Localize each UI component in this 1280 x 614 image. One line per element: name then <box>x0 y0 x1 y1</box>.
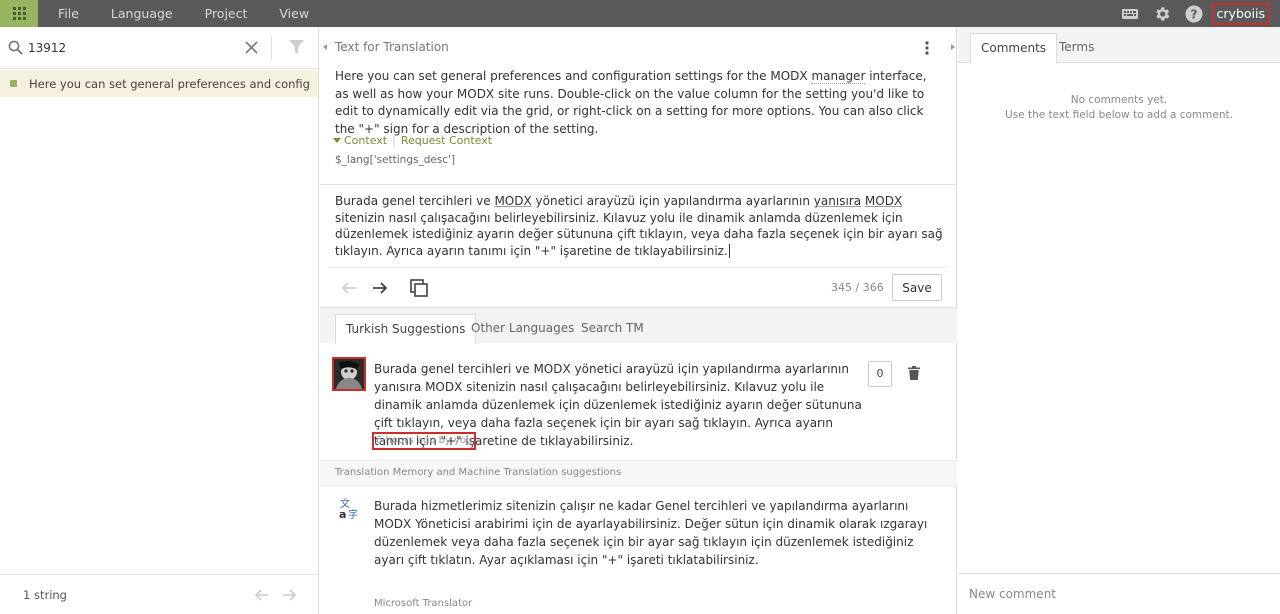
search-icon <box>8 40 23 55</box>
suggestion-source: Microsoft Translator <box>374 598 473 609</box>
caret-down-icon <box>333 138 341 143</box>
request-context-link[interactable]: Request Context <box>401 134 492 147</box>
divider <box>320 184 957 185</box>
machine-translation-icon: 文 a 字 <box>339 497 358 519</box>
svg-text:?: ? <box>1190 7 1197 21</box>
string-key: $_lang['settings_desc'] <box>335 154 456 166</box>
collapse-right-icon[interactable] <box>948 42 958 52</box>
tab-comments[interactable]: Comments <box>970 33 1058 64</box>
close-icon[interactable] <box>245 41 258 54</box>
more-options-icon[interactable] <box>923 40 931 56</box>
list-item[interactable]: Here you can set general preferences and… <box>0 70 318 97</box>
translation-part: sitenizin nasıl çalışacağını belirleyebi… <box>335 210 943 258</box>
comments-tabs: Comments Terms <box>958 27 1280 64</box>
term-highlight[interactable]: manager <box>811 69 866 84</box>
text-cursor <box>728 243 730 258</box>
separator: | <box>392 134 396 147</box>
suggestion-meta: 6 hours ago by you <box>372 432 477 450</box>
gear-icon[interactable] <box>1146 0 1178 27</box>
arrow-right-icon[interactable] <box>281 587 297 603</box>
editor-panel: Text for Translation Here you can set ge… <box>320 27 957 614</box>
top-bar: File Language Project View ? cryboiis <box>0 0 1280 27</box>
translation-part: Burada genel tercihleri ve <box>335 194 495 208</box>
arrow-left-icon[interactable] <box>338 277 360 299</box>
list-item-text: Here you can set general preferences and… <box>29 76 311 91</box>
arrow-right-icon[interactable] <box>369 277 391 299</box>
suggestion-item[interactable]: Burada genel tercihleri ve MODX yönetici… <box>320 343 957 454</box>
filter-icon[interactable] <box>288 39 305 56</box>
svg-text:a: a <box>339 508 346 519</box>
comment-input-area <box>958 573 1280 614</box>
translation-part: yönetici arayüzü için yapılandırma ayarl… <box>531 194 814 208</box>
tm-section-header: Translation Memory and Machine Translati… <box>320 460 957 486</box>
apps-grid-icon[interactable] <box>0 0 38 27</box>
strings-sidebar: Here you can set general preferences and… <box>0 27 319 614</box>
svg-text:字: 字 <box>348 508 358 519</box>
keyboard-icon[interactable] <box>1114 0 1146 27</box>
user-name[interactable]: cryboiis <box>1211 2 1270 25</box>
arrow-left-icon[interactable] <box>254 587 270 603</box>
suggestion-text: Burada hizmetlerimiz sitenizin çalışır n… <box>374 499 928 567</box>
suggestion-item[interactable]: 文 a 字 Burada hizmetlerimiz sitenizin çal… <box>320 487 957 614</box>
vote-count[interactable]: 0 <box>868 361 892 387</box>
source-text-part: Here you can set general preferences and… <box>335 69 812 83</box>
empty-state: No comments yet. Use the text field belo… <box>958 93 1280 122</box>
suggestions-tabs: Turkish Suggestions Other Languages Sear… <box>320 307 957 344</box>
search-bar <box>0 27 318 69</box>
trash-icon[interactable] <box>908 366 920 380</box>
tab-search-tm[interactable]: Search TM <box>571 314 654 344</box>
context-row: Context | Request Context <box>333 134 492 147</box>
avatar <box>332 357 366 391</box>
source-text: Here you can set general preferences and… <box>335 68 935 138</box>
tab-terms[interactable]: Terms <box>1049 33 1104 64</box>
help-icon[interactable]: ? <box>1178 0 1210 27</box>
collapse-left-icon[interactable] <box>320 42 330 52</box>
context-toggle[interactable]: Context <box>344 134 387 147</box>
search-input[interactable] <box>28 37 228 59</box>
copy-source-icon[interactable] <box>408 277 430 299</box>
divider <box>328 267 948 268</box>
empty-state-line: Use the text field below to add a commen… <box>1005 108 1233 121</box>
spellcheck-word: MODX <box>864 194 903 208</box>
tab-other-languages[interactable]: Other Languages <box>461 314 584 344</box>
source-label: Text for Translation <box>335 40 449 54</box>
spellcheck-word: yanısıra <box>813 194 862 208</box>
tm-header-label: Translation Memory and Machine Translati… <box>335 467 622 478</box>
main-menu: File Language Project View <box>38 0 321 27</box>
translation-textarea[interactable]: Burada genel tercihleri ve MODX yönetici… <box>335 193 943 259</box>
string-count: 1 string <box>23 588 67 602</box>
spellcheck-word: MODX <box>494 194 532 208</box>
tab-turkish-suggestions[interactable]: Turkish Suggestions <box>335 314 477 344</box>
save-button[interactable]: Save <box>892 274 942 301</box>
comment-input[interactable] <box>969 583 1269 605</box>
sidebar-footer: 1 string <box>0 574 318 614</box>
status-dot <box>10 80 17 87</box>
menu-view[interactable]: View <box>267 0 321 27</box>
menu-project[interactable]: Project <box>193 0 260 27</box>
comments-panel: Comments Terms No comments yet. Use the … <box>958 27 1280 614</box>
menu-language[interactable]: Language <box>99 0 185 27</box>
menu-file[interactable]: File <box>46 0 91 27</box>
char-count: 345 / 366 <box>831 281 884 294</box>
empty-state-line: No comments yet. <box>1070 94 1168 106</box>
divider <box>271 36 272 60</box>
